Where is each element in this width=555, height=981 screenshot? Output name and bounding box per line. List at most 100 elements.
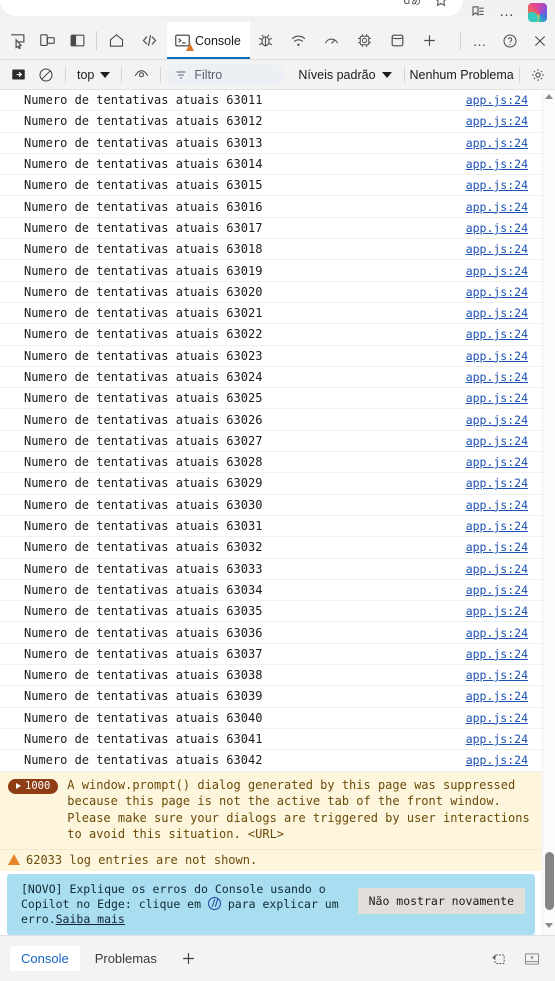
favorites-star-icon[interactable] (433, 0, 449, 8)
more-tools-icon[interactable]: … (465, 22, 495, 59)
ime-indicator[interactable]: ｄあ (402, 0, 421, 8)
console-scrollbar[interactable] (542, 90, 555, 935)
console-log-row[interactable]: Numero de tentativas atuais 63038 app.js:… (0, 665, 542, 687)
grouped-warning-message[interactable]: 1000 A window.prompt() dialog generated … (0, 771, 542, 850)
console-log-source-link[interactable]: app.js:24 (466, 370, 532, 384)
console-log-source-link[interactable]: app.js:24 (466, 306, 532, 320)
console-log-row[interactable]: Numero de tentativas atuais 63016 app.js:… (0, 196, 542, 218)
console-log-row[interactable]: Numero de tentativas atuais 63022 app.js:… (0, 324, 542, 346)
issues-status[interactable]: Nenhum Problema (410, 68, 514, 82)
filter-input[interactable]: Filtro (166, 64, 285, 85)
restore-drawer-icon[interactable] (483, 950, 513, 967)
console-log-source-link[interactable]: app.js:24 (466, 753, 532, 767)
add-tab-button[interactable] (415, 22, 445, 59)
console-log-row[interactable]: Numero de tentativas atuais 63017 app.js:… (0, 218, 542, 240)
console-log-row[interactable]: Numero de tentativas atuais 63034 app.js:… (0, 580, 542, 602)
console-log-source-link[interactable]: app.js:24 (466, 647, 532, 661)
log-levels-selector[interactable]: Níveis padrão (298, 68, 392, 82)
collections-icon[interactable] (470, 5, 486, 20)
drawer-add-tab-button[interactable] (172, 950, 205, 967)
tab-network[interactable] (283, 22, 316, 59)
address-bar-tail[interactable]: ｄあ (0, 0, 463, 16)
clear-console-icon[interactable] (32, 62, 60, 88)
console-log-row[interactable]: Numero de tentativas atuais 63041 app.js:… (0, 729, 542, 751)
console-log-source-link[interactable]: app.js:24 (466, 689, 532, 703)
copilot-logo-icon[interactable] (528, 2, 547, 22)
tab-welcome[interactable] (101, 22, 134, 59)
tab-elements[interactable] (134, 22, 167, 59)
console-log-row[interactable]: Numero de tentativas atuais 63013 app.js:… (0, 133, 542, 154)
console-log-row[interactable]: Numero de tentativas atuais 63042 app.js:… (0, 750, 542, 772)
console-log-source-link[interactable]: app.js:24 (466, 242, 532, 256)
console-log-source-link[interactable]: app.js:24 (466, 519, 532, 533)
inspect-element-icon[interactable] (2, 22, 32, 59)
console-settings-gear-icon[interactable] (525, 67, 551, 83)
console-log-source-link[interactable]: app.js:24 (466, 540, 532, 554)
tab-console[interactable]: Console (167, 22, 250, 59)
console-log-source-link[interactable]: app.js:24 (466, 136, 532, 150)
console-log-source-link[interactable]: app.js:24 (466, 178, 532, 192)
dock-drawer-icon[interactable] (517, 951, 547, 967)
console-log-row[interactable]: Numero de tentativas atuais 63029 app.js:… (0, 473, 542, 495)
console-sidebar-icon[interactable] (4, 62, 32, 88)
console-log-row[interactable]: Numero de tentativas atuais 63015 app.js:… (0, 175, 542, 197)
console-log-source-link[interactable]: app.js:24 (466, 604, 532, 618)
console-log-row[interactable]: Numero de tentativas atuais 63014 app.js:… (0, 154, 542, 176)
live-expression-eye-icon[interactable] (127, 62, 155, 88)
console-log-row[interactable]: Numero de tentativas atuais 63028 app.js:… (0, 452, 542, 474)
scrollbar-thumb[interactable] (545, 852, 554, 910)
console-log-row[interactable]: Numero de tentativas atuais 63030 app.js:… (0, 495, 542, 516)
console-log-row[interactable]: Numero de tentativas atuais 63027 app.js:… (0, 431, 542, 453)
console-log-row[interactable]: Numero de tentativas atuais 63018 app.js:… (0, 239, 542, 261)
console-log-row[interactable]: Numero de tentativas atuais 63039 app.js:… (0, 686, 542, 708)
execution-context-selector[interactable]: top (71, 64, 116, 86)
console-log-row[interactable]: Numero de tentativas atuais 63037 app.js:… (0, 644, 542, 666)
dock-side-icon[interactable] (62, 22, 92, 59)
console-log-source-link[interactable]: app.js:24 (466, 711, 532, 725)
browser-more-icon[interactable]: … (499, 4, 515, 19)
console-log-source-link[interactable]: app.js:24 (466, 668, 532, 682)
console-log-source-link[interactable]: app.js:24 (466, 455, 532, 469)
console-log-row[interactable]: Numero de tentativas atuais 63011 app.js:… (0, 90, 542, 112)
console-log-source-link[interactable]: app.js:24 (466, 221, 532, 235)
scroll-down-arrow-icon[interactable] (545, 923, 554, 931)
console-log-source-link[interactable]: app.js:24 (466, 476, 532, 490)
console-log-source-link[interactable]: app.js:24 (466, 498, 532, 512)
console-log-row[interactable]: Numero de tentativas atuais 63023 app.js:… (0, 346, 542, 367)
console-log-source-link[interactable]: app.js:24 (466, 285, 532, 299)
console-log-source-link[interactable]: app.js:24 (466, 413, 532, 427)
console-log-source-link[interactable]: app.js:24 (466, 434, 532, 448)
drawer-tab-problemas[interactable]: Problemas (84, 946, 168, 971)
console-log-source-link[interactable]: app.js:24 (466, 583, 532, 597)
console-log-row[interactable]: Numero de tentativas atuais 63033 app.js:… (0, 559, 542, 580)
copilot-learn-more-link[interactable]: Saiba mais (56, 912, 125, 926)
console-log-source-link[interactable]: app.js:24 (466, 264, 532, 278)
console-log-source-link[interactable]: app.js:24 (466, 327, 532, 341)
console-log-source-link[interactable]: app.js:24 (466, 157, 532, 171)
console-log-row[interactable]: Numero de tentativas atuais 63040 app.js:… (0, 708, 542, 729)
console-log-row[interactable]: Numero de tentativas atuais 63019 app.js:… (0, 260, 542, 282)
console-log-row[interactable]: Numero de tentativas atuais 63024 app.js:… (0, 367, 542, 389)
console-log-row[interactable]: Numero de tentativas atuais 63021 app.js:… (0, 303, 542, 325)
warning-count-badge[interactable]: 1000 (8, 778, 59, 794)
help-icon[interactable] (495, 22, 525, 59)
console-log-source-link[interactable]: app.js:24 (466, 200, 532, 214)
tab-application[interactable] (349, 22, 382, 59)
close-devtools-icon[interactable] (525, 22, 555, 59)
console-log-source-link[interactable]: app.js:24 (466, 114, 532, 128)
tab-memory[interactable] (382, 22, 415, 59)
console-log-row[interactable]: Numero de tentativas atuais 63032 app.js:… (0, 537, 542, 559)
drawer-tab-console[interactable]: Console (10, 946, 80, 971)
console-log-row[interactable]: Numero de tentativas atuais 63020 app.js:… (0, 282, 542, 303)
console-log-row[interactable]: Numero de tentativas atuais 63036 app.js:… (0, 622, 542, 644)
console-log-row[interactable]: Numero de tentativas atuais 63031 app.js:… (0, 516, 542, 538)
device-emulation-icon[interactable] (32, 22, 62, 59)
scroll-up-arrow-icon[interactable] (545, 94, 554, 102)
console-log-source-link[interactable]: app.js:24 (466, 562, 532, 576)
console-log-row[interactable]: Numero de tentativas atuais 63026 app.js:… (0, 409, 542, 431)
console-log-source-link[interactable]: app.js:24 (466, 391, 532, 405)
console-log-source-link[interactable]: app.js:24 (466, 626, 532, 640)
console-log-row[interactable]: Numero de tentativas atuais 63025 app.js:… (0, 388, 542, 410)
console-log-source-link[interactable]: app.js:24 (466, 732, 532, 746)
console-log-source-link[interactable]: app.js:24 (466, 93, 532, 107)
